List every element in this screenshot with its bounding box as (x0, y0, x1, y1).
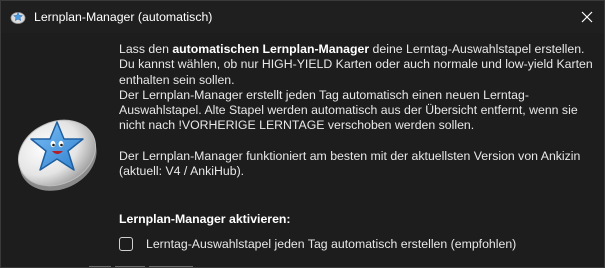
ankizin-star-logo (13, 106, 103, 196)
activation-heading: Lernplan-Manager aktivieren: (119, 212, 291, 226)
auto-create-checkbox-label[interactable]: Lerntag-Auswahlstapel jeden Tag automati… (146, 237, 516, 251)
dialog-window: Lernplan-Manager (automatisch) Lass den … (0, 0, 605, 268)
version-info: Der Lernplan-Manager funktioniert am bes… (119, 148, 581, 179)
dialog-content: Lass den automatischen Lernplan-Manager … (1, 33, 604, 267)
window-title: Lernplan-Manager (automatisch) (34, 10, 213, 24)
title-bar: Lernplan-Manager (automatisch) (1, 1, 604, 33)
app-icon (10, 9, 26, 25)
yield-info: Du kannst wählen, ob nur HIGH-YIELD Kart… (119, 57, 593, 87)
close-icon (581, 11, 593, 23)
auto-create-checkbox-row[interactable]: Lerntag-Auswahlstapel jeden Tag automati… (119, 237, 516, 251)
intro-line: Lass den automatischen Lernplan-Manager … (119, 42, 585, 56)
daily-info: Der Lernplan-Manager erstellt jeden Tag … (119, 87, 578, 133)
description: Lass den automatischen Lernplan-Manager … (119, 42, 601, 179)
auto-create-checkbox[interactable] (119, 237, 133, 251)
close-button[interactable] (570, 1, 604, 33)
